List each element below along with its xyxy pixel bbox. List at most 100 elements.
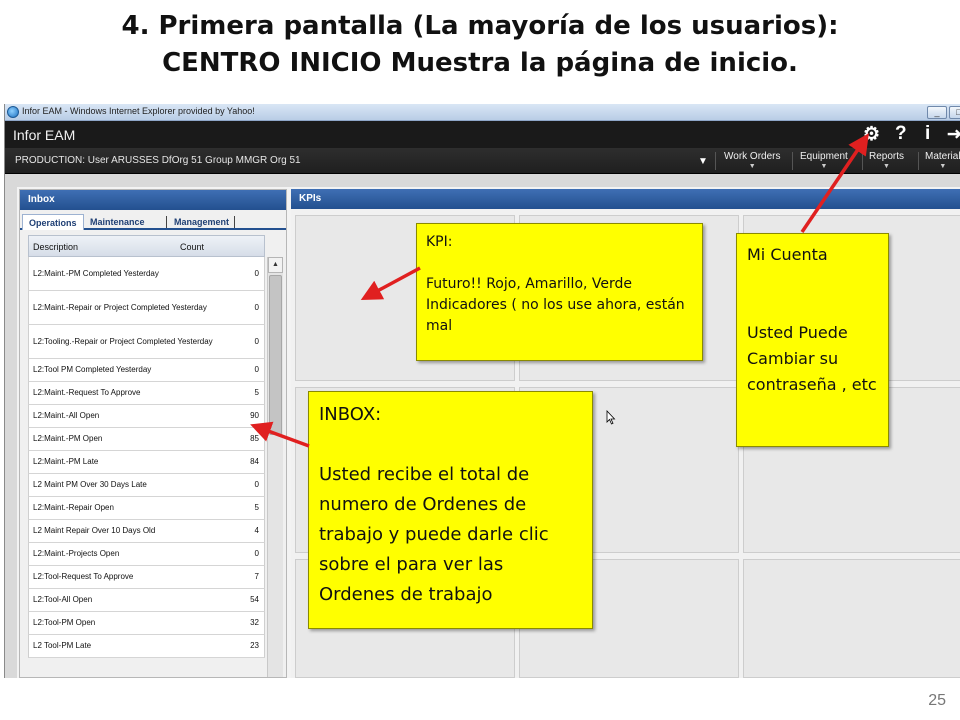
row-description: L2:Tool PM Completed Yesterday [33, 365, 152, 374]
row-description: L2:Maint.-PM Open [33, 434, 103, 443]
row-description: L2:Maint.-Repair or Project Completed Ye… [33, 302, 207, 312]
chevron-down-icon: ▼ [748, 163, 756, 170]
row-description: L2:Maint.-Request To Approve [33, 388, 141, 397]
row-description: L2:Maint.-PM Completed Yesterday [33, 268, 159, 278]
nav-reports[interactable]: Reports ▼ [869, 151, 904, 172]
table-row[interactable]: L2:Tool-Request To Approve 7 [28, 566, 265, 589]
nav-work-orders[interactable]: Work Orders ▼ [724, 151, 781, 172]
table-row[interactable]: L2:Tool PM Completed Yesterday 0 [28, 359, 265, 382]
gear-icon[interactable]: ⚙ [863, 123, 880, 146]
row-description: L2:Tool-PM Open [33, 618, 96, 627]
row-description: L2:Maint.-All Open [33, 411, 100, 420]
row-count[interactable]: 0 [255, 365, 259, 375]
chevron-down-icon: ▼ [939, 163, 947, 170]
inbox-rows: L2:Maint.-PM Completed Yesterday 0 L2:Main… [28, 257, 265, 658]
kpi-callout: KPI: Futuro!! Rojo, Amarillo, Verde Indi… [416, 223, 703, 361]
kpi-callout-text: KPI: Futuro!! Rojo, Amarillo, Verde Indi… [426, 234, 685, 334]
row-count[interactable]: 4 [255, 526, 259, 536]
account-callout-text: Mi Cuenta Usted Puede Cambiar su contras… [747, 245, 877, 394]
info-icon[interactable]: i [925, 123, 930, 145]
nav-label: Work Orders [724, 151, 781, 162]
chevron-down-icon: ▼ [820, 163, 828, 170]
row-count[interactable]: 0 [255, 480, 259, 490]
mouse-cursor-icon [606, 410, 616, 425]
page-number: 25 [928, 692, 946, 709]
column-count[interactable]: Count [180, 242, 204, 252]
slide-title-line-1: 4. Primera pantalla (La mayoría de los u… [121, 11, 839, 41]
row-count[interactable]: 90 [250, 411, 259, 421]
table-row[interactable]: L2:Maint.-PM Completed Yesterday 0 [28, 257, 265, 291]
ie-icon [7, 106, 19, 118]
logout-icon[interactable]: ⇥ [947, 123, 960, 146]
row-count[interactable]: 0 [255, 269, 259, 279]
row-count[interactable]: 0 [255, 303, 259, 313]
row-description: L2 Maint Repair Over 10 Days Old [33, 526, 156, 535]
tab-operations[interactable]: Operations [22, 214, 84, 230]
table-row[interactable]: L2 Tool-PM Late 23 [28, 635, 265, 658]
minimize-button[interactable]: _ [927, 106, 947, 119]
slide-title-line-2: CENTRO INICIO Muestra la página de inici… [162, 48, 798, 78]
table-row[interactable]: L2:Maint.-Projects Open 0 [28, 543, 265, 566]
nav-equipment[interactable]: Equipment ▼ [800, 151, 848, 172]
table-row[interactable]: L2:Maint.-Request To Approve 5 [28, 382, 265, 405]
table-row[interactable]: L2:Tooling.-Repair or Project Completed … [28, 325, 265, 359]
row-description: L2:Maint.-Repair Open [33, 503, 114, 512]
browser-title: Infor EAM - Windows Internet Explorer pr… [22, 106, 255, 116]
tab-management[interactable]: Management [168, 214, 235, 230]
row-count[interactable]: 5 [255, 503, 259, 513]
row-description: L2:Tool-Request To Approve [33, 572, 134, 581]
app-header: Infor EAM ⚙ ? i ⇥ [5, 121, 960, 148]
table-row[interactable]: L2:Maint.-Repair or Project Completed Ye… [28, 291, 265, 325]
row-count[interactable]: 0 [255, 337, 259, 347]
account-callout: Mi Cuenta Usted Puede Cambiar su contras… [736, 233, 889, 447]
kpi-widget[interactable] [743, 559, 960, 678]
row-description: L2:Maint.-Projects Open [33, 549, 120, 558]
nav-material[interactable]: Material ▼ [925, 151, 960, 172]
row-description: L2:Tool-All Open [33, 595, 93, 604]
nav-label: Material [925, 151, 960, 162]
scroll-thumb[interactable] [269, 275, 282, 435]
table-row[interactable]: L2:Maint.-PM Open 85 [28, 428, 265, 451]
nav-divider [792, 152, 793, 170]
maximize-button[interactable]: □ [949, 106, 960, 119]
row-count[interactable]: 7 [255, 572, 259, 582]
row-description: L2 Tool-PM Late [33, 641, 92, 650]
inbox-table-header: Description Count [28, 235, 265, 257]
inbox-tabs: Operations Maintenance Management [20, 212, 286, 230]
nav-divider [862, 152, 863, 170]
inbox-callout-text: INBOX: Usted recibe el total de numero d… [319, 404, 549, 605]
table-row[interactable]: L2:Tool-All Open 54 [28, 589, 265, 612]
row-count[interactable]: 23 [250, 641, 259, 651]
table-row[interactable]: L2:Maint.-Repair Open 5 [28, 497, 265, 520]
table-row[interactable]: L2:Maint.-PM Late 84 [28, 451, 265, 474]
nav-divider [918, 152, 919, 170]
row-count[interactable]: 0 [255, 549, 259, 559]
tab-divider [166, 216, 167, 228]
table-row[interactable]: L2 Maint PM Over 30 Days Late 0 [28, 474, 265, 497]
table-row[interactable]: L2:Maint.-All Open 90 [28, 405, 265, 428]
nav-dropdown-icon[interactable]: ▼ [698, 156, 708, 167]
nav-label: Equipment [800, 151, 848, 162]
inbox-panel: Inbox Operations Maintenance Management … [19, 189, 287, 678]
row-count[interactable]: 5 [255, 388, 259, 398]
table-row[interactable]: L2 Maint Repair Over 10 Days Old 4 [28, 520, 265, 543]
session-info: PRODUCTION: User ARUSSES DfOrg 51 Group … [15, 155, 301, 166]
row-count[interactable]: 32 [250, 618, 259, 628]
help-icon[interactable]: ? [895, 123, 907, 145]
chevron-down-icon: ▼ [883, 163, 890, 170]
row-count[interactable]: 84 [250, 457, 259, 467]
inbox-callout: INBOX: Usted recibe el total de numero d… [308, 391, 593, 629]
app-subbar: PRODUCTION: User ARUSSES DfOrg 51 Group … [5, 148, 960, 174]
browser-titlebar: Infor EAM - Windows Internet Explorer pr… [5, 104, 960, 121]
inbox-scrollbar[interactable]: ▲ [267, 257, 283, 677]
nav-divider [715, 152, 716, 170]
nav-label: Reports [869, 151, 905, 162]
row-description: L2:Tooling.-Repair or Project Completed … [33, 336, 213, 346]
scroll-up-arrow-icon[interactable]: ▲ [268, 257, 283, 273]
tab-maintenance[interactable]: Maintenance [84, 214, 151, 230]
table-row[interactable]: L2:Tool-PM Open 32 [28, 612, 265, 635]
row-description: L2:Maint.-PM Late [33, 457, 99, 466]
column-description[interactable]: Description [33, 242, 78, 252]
row-count[interactable]: 85 [250, 434, 259, 444]
row-count[interactable]: 54 [250, 595, 259, 605]
